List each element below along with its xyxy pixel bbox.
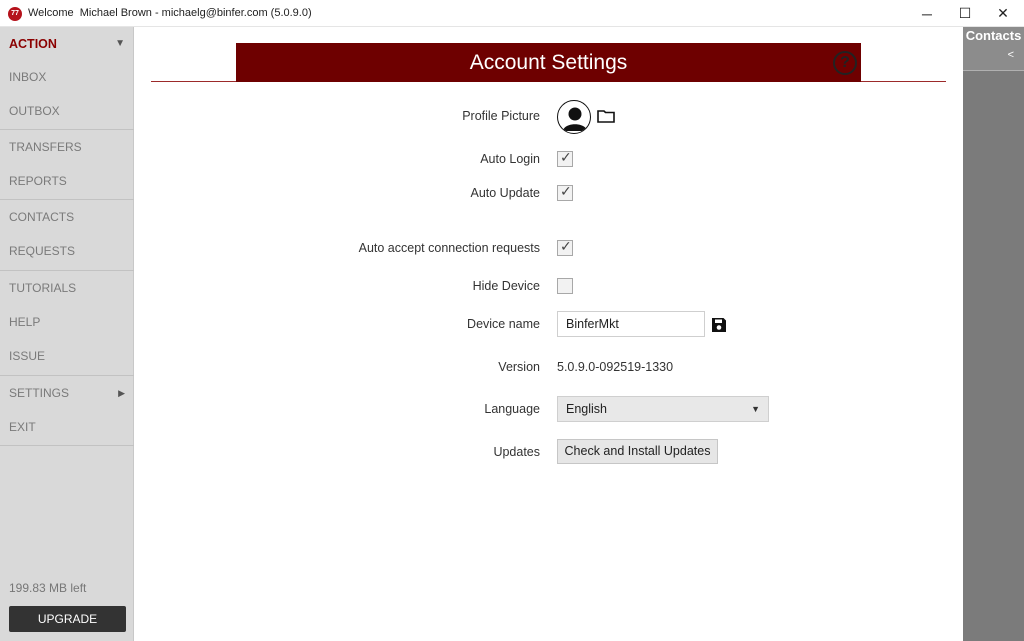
sidebar-item-label: CONTACTS — [9, 210, 75, 224]
title-bar: 77 Welcome Michael Brown - michaelg@binf… — [0, 0, 1024, 27]
save-icon[interactable] — [711, 317, 727, 336]
sidebar-item-tutorials[interactable]: TUTORIALS — [0, 271, 134, 305]
maximize-button[interactable]: ☐ — [946, 0, 984, 27]
device-name-field[interactable] — [557, 311, 705, 337]
sidebar-item-label: ACTION — [9, 37, 57, 51]
checkmark-icon: ✓ — [560, 238, 572, 254]
sidebar-item-settings[interactable]: SETTINGS ▶ — [0, 376, 134, 410]
folder-icon[interactable] — [597, 109, 615, 126]
auto-update-label: Auto Update — [470, 186, 541, 200]
sidebar-item-label: EXIT — [9, 420, 36, 434]
auto-update-checkbox[interactable]: ✓ — [557, 183, 573, 201]
sidebar: ACTION ▼ INBOX OUTBOX TRANSFERS REPORTS … — [0, 27, 134, 641]
sidebar-item-transfers[interactable]: TRANSFERS — [0, 130, 134, 164]
updates-label: Updates — [493, 445, 540, 459]
page-title: Account Settings — [469, 51, 628, 74]
sidebar-item-issue[interactable]: ISSUE — [0, 339, 134, 373]
sidebar-item-outbox[interactable]: OUTBOX — [0, 94, 134, 128]
auto-login-checkbox[interactable]: ✓ — [557, 149, 573, 167]
chevron-down-icon: ▼ — [115, 38, 125, 49]
profile-picture-label: Profile Picture — [462, 109, 540, 123]
close-button[interactable]: ✕ — [984, 0, 1022, 27]
sidebar-item-label: REQUESTS — [9, 244, 76, 258]
sidebar-item-help[interactable]: HELP — [0, 305, 134, 339]
checkmark-icon: ✓ — [560, 183, 572, 199]
contacts-title: Contacts — [965, 28, 1022, 43]
language-select[interactable]: English ▼ — [557, 396, 769, 422]
sidebar-item-label: HELP — [9, 315, 41, 329]
hide-device-checkbox[interactable] — [557, 278, 573, 294]
hide-device-label: Hide Device — [472, 279, 540, 293]
chevron-right-icon: ▶ — [118, 388, 125, 398]
sidebar-item-label: TRANSFERS — [9, 140, 82, 154]
sidebar-item-label: SETTINGS — [9, 386, 70, 400]
sidebar-item-contacts[interactable]: CONTACTS — [0, 200, 134, 234]
version-value: 5.0.9.0-092519-1330 — [557, 360, 674, 374]
header-banner: Account Settings ? — [236, 43, 861, 82]
sidebar-item-label: ISSUE — [9, 349, 46, 363]
version-label: Version — [498, 360, 540, 374]
sidebar-item-action[interactable]: ACTION ▼ — [0, 27, 134, 61]
contacts-header: Contacts < — [963, 27, 1024, 71]
checkmark-icon: ✓ — [560, 149, 572, 165]
auto-login-label: Auto Login — [480, 152, 540, 166]
minimize-button[interactable]: ─ — [908, 0, 946, 27]
device-name-label: Device name — [467, 317, 540, 331]
sidebar-item-label: OUTBOX — [9, 104, 60, 118]
sidebar-item-inbox[interactable]: INBOX — [0, 60, 134, 94]
chevron-down-icon: ▼ — [751, 404, 760, 414]
auto-accept-label: Auto accept connection requests — [358, 241, 540, 255]
app-logo-icon: 77 — [8, 7, 22, 21]
help-icon[interactable]: ? — [833, 51, 857, 75]
avatar[interactable] — [557, 100, 591, 134]
window-title: Welcome Michael Brown - michaelg@binfer.… — [28, 7, 312, 19]
storage-remaining: 199.83 MB left — [9, 581, 87, 595]
user-icon — [563, 107, 587, 131]
sidebar-item-label: REPORTS — [9, 174, 67, 188]
sidebar-item-label: TUTORIALS — [9, 281, 77, 295]
contacts-panel: Contacts < — [963, 27, 1024, 641]
language-value: English — [566, 402, 607, 416]
sidebar-item-exit[interactable]: EXIT — [0, 410, 134, 444]
upgrade-button[interactable]: UPGRADE — [9, 606, 126, 632]
check-updates-button[interactable]: Check and Install Updates — [557, 439, 718, 464]
collapse-icon[interactable]: < — [1008, 49, 1014, 61]
language-label: Language — [484, 402, 540, 416]
sidebar-divider — [0, 445, 134, 446]
sidebar-item-label: INBOX — [9, 70, 47, 84]
auto-accept-checkbox[interactable]: ✓ — [557, 238, 573, 256]
sidebar-item-reports[interactable]: REPORTS — [0, 164, 134, 198]
sidebar-item-requests[interactable]: REQUESTS — [0, 234, 134, 268]
